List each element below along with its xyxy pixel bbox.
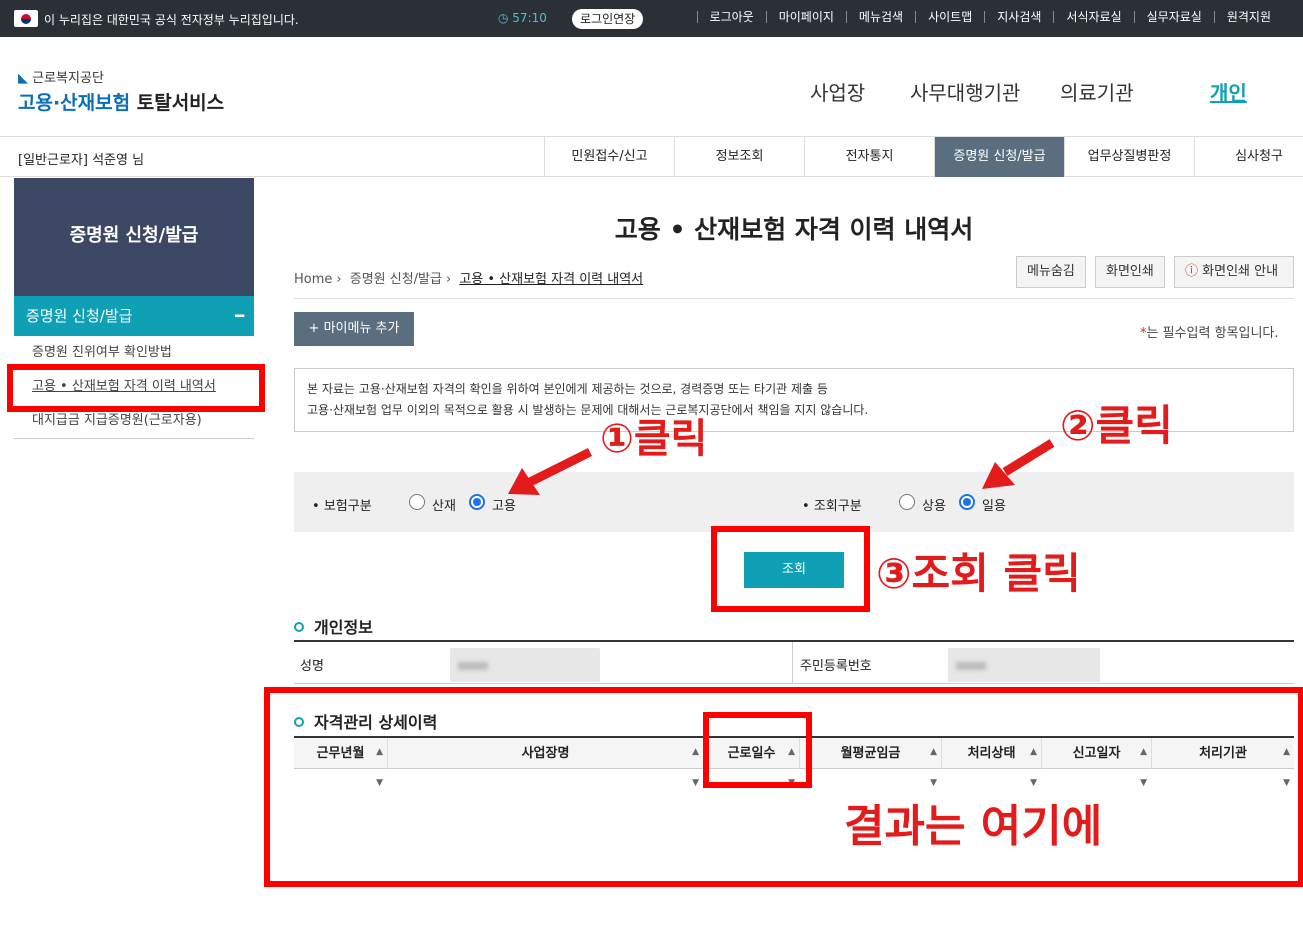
- annotation-result: 결과는 여기에: [844, 801, 1103, 852]
- arrow-to-employment: [508, 447, 593, 495]
- annotation-step2: ②클릭: [1060, 401, 1173, 450]
- arrow-to-daily: [982, 439, 1055, 489]
- annotation-step3: ③조회 클릭: [876, 549, 1081, 598]
- annotation-step1: ①클릭: [600, 416, 708, 462]
